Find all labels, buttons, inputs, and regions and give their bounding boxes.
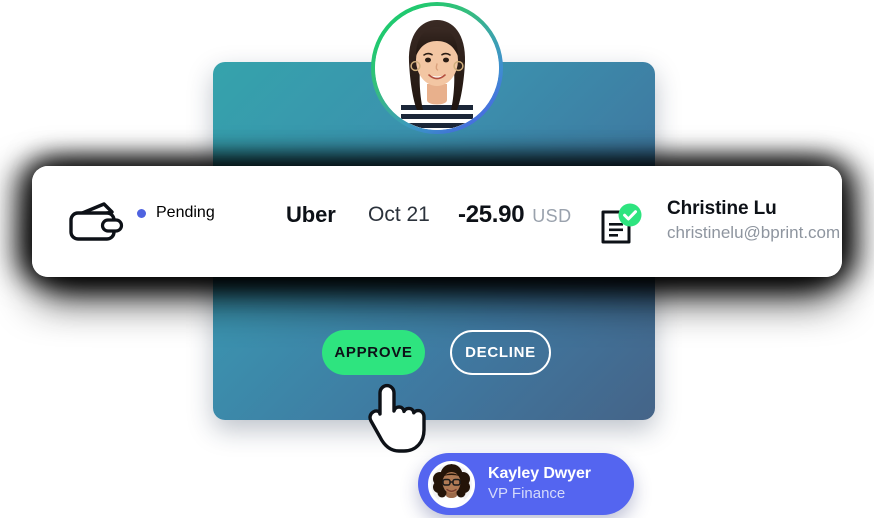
action-buttons: APPROVE DECLINE	[322, 330, 551, 375]
approver-avatar	[428, 460, 475, 508]
amount-currency: USD	[532, 206, 572, 226]
wallet-icon	[68, 202, 124, 242]
status-dot	[137, 208, 146, 218]
approver-text: Kayley Dwyer VP Finance	[488, 464, 591, 504]
merchant-name: Uber	[286, 202, 336, 227]
status-badge: Pending	[137, 204, 215, 222]
avatar-ring	[371, 2, 503, 134]
check-circle-icon	[618, 203, 642, 227]
approver-role: VP Finance	[488, 485, 566, 503]
transaction-card[interactable]: Pending Uber Oct 21 -25.90 USD Christine…	[32, 166, 842, 277]
requester-info: Christine Lu christinelu@bprint.com	[667, 197, 840, 245]
transaction-date: Oct 21	[368, 203, 430, 226]
approver-chip[interactable]: Kayley Dwyer VP Finance	[418, 453, 634, 515]
decline-button[interactable]: DECLINE	[450, 330, 551, 375]
hand-pointer-cursor-icon	[362, 383, 438, 457]
transaction-amount: -25.90 USD	[458, 201, 571, 229]
transaction-card-shadow: Pending Uber Oct 21 -25.90 USD Christine…	[32, 166, 842, 277]
requester-email: christinelu@bprint.com	[667, 222, 841, 242]
approve-button[interactable]: APPROVE	[322, 330, 425, 375]
receipt-document-icon[interactable]	[599, 202, 643, 246]
approver-name: Kayley Dwyer	[488, 465, 591, 483]
avatar	[375, 6, 499, 130]
amount-value: -25.90	[458, 201, 525, 228]
requester-name: Christine Lu	[667, 198, 777, 219]
status-label: Pending	[156, 204, 215, 221]
screenshot-root: Pending Uber Oct 21 -25.90 USD Christine…	[0, 0, 874, 518]
